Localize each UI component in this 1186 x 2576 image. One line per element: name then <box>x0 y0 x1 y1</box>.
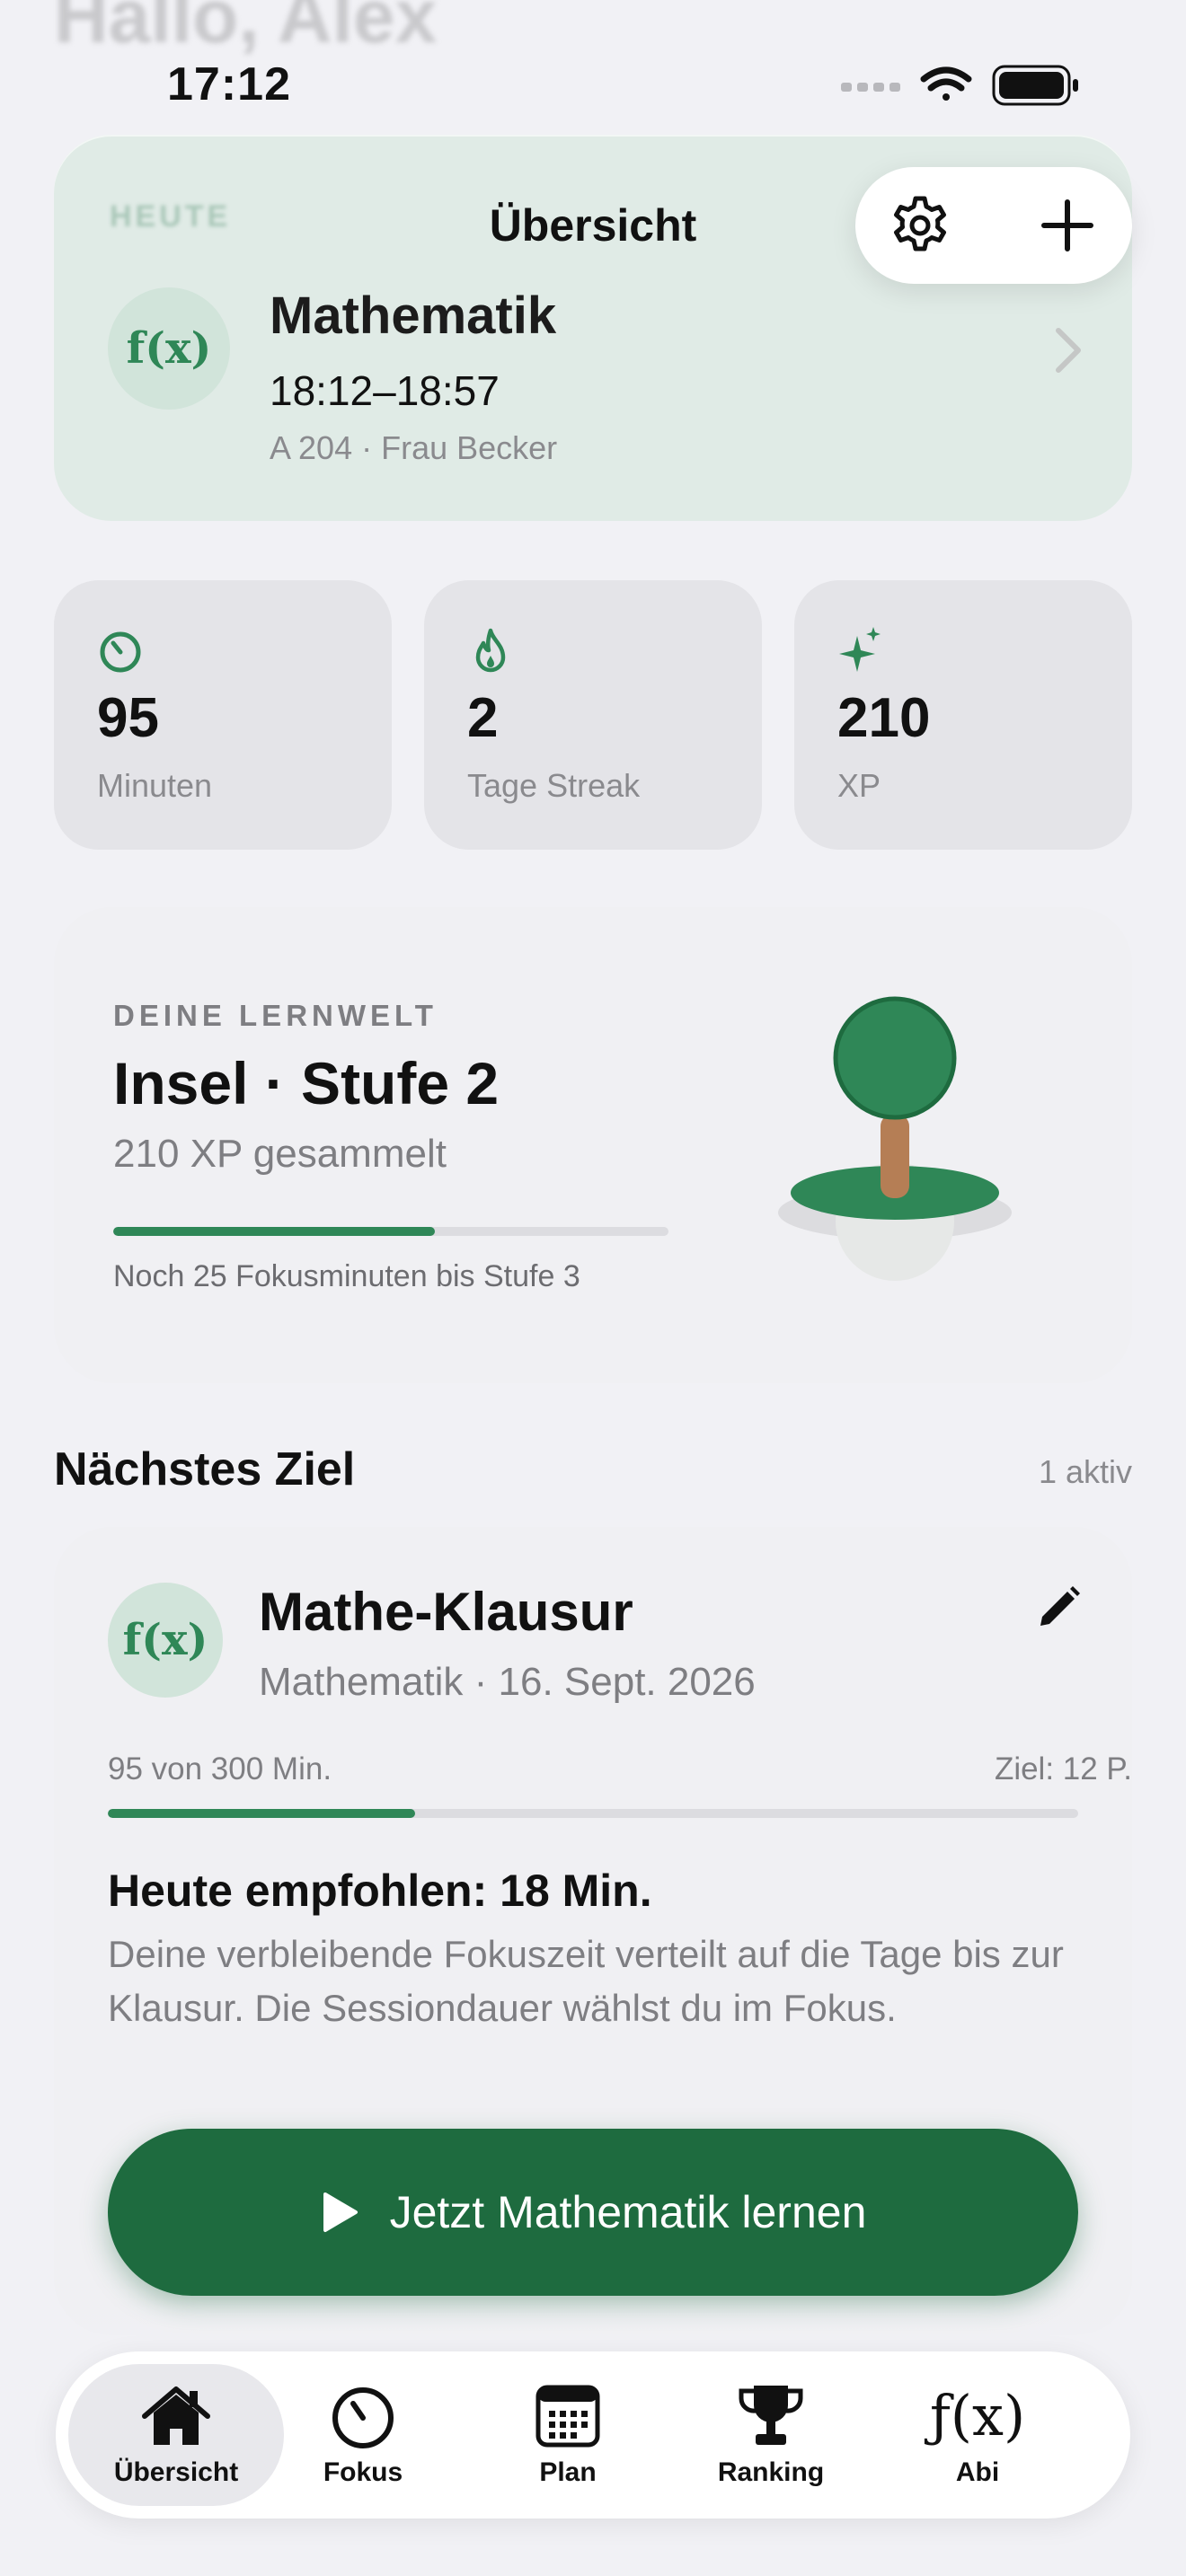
goal-progress-fill <box>108 1809 416 1818</box>
section-count: 1 aktiv <box>1038 1453 1132 1490</box>
pencil-icon[interactable] <box>1033 1583 1084 1633</box>
settings-button[interactable] <box>884 190 956 261</box>
today-time: 18:12–18:57 <box>270 367 500 414</box>
goal-target-text: Ziel: 12 P. <box>994 1751 1132 1786</box>
add-button[interactable] <box>1031 190 1103 261</box>
tab-ranking[interactable]: Ranking <box>690 2364 852 2506</box>
status-indicators <box>841 65 1078 106</box>
goal-recommendation: Heute empfohlen: 18 Min. <box>108 1866 652 1916</box>
goal-progress-text: 95 von 300 Min. <box>108 1751 332 1786</box>
chevron-right-icon <box>1056 328 1081 373</box>
today-subject: Mathematik <box>270 287 557 345</box>
today-tag: HEUTE <box>110 199 232 234</box>
tab-label: Ranking <box>717 2457 825 2487</box>
tab-focus[interactable]: Fokus <box>282 2364 444 2506</box>
stat-value: 210 <box>837 687 931 749</box>
function-icon: ƒ(x) <box>929 2383 1026 2448</box>
section-title-next-goal: Nächstes Ziel <box>54 1443 356 1495</box>
greeting-title: Hallo, Alex <box>54 0 438 58</box>
world-eyebrow: DEINE LERNWELT <box>113 999 438 1032</box>
goal-title: Mathe-Klausur <box>259 1582 633 1642</box>
tab-plan[interactable]: Plan <box>487 2364 649 2506</box>
today-room: A 204 · Frau Becker <box>270 429 558 466</box>
house-icon <box>142 2386 210 2445</box>
tab-label: Fokus <box>323 2457 403 2487</box>
stat-card-streak: 2 Tage Streak <box>424 580 762 850</box>
world-xp: 210 XP gesammelt <box>113 1132 447 1176</box>
play-icon <box>323 2192 358 2232</box>
sparkle-icon <box>839 627 881 672</box>
function-icon: f(x) <box>108 1583 223 1698</box>
trophy-icon <box>739 2386 803 2445</box>
stat-label: Minuten <box>97 767 213 804</box>
stat-label: Tage Streak <box>467 767 641 804</box>
tab-overview[interactable]: Übersicht <box>68 2364 284 2506</box>
stat-card-minutes: 95 Minuten <box>54 580 392 850</box>
tab-label: Abi <box>955 2457 1000 2487</box>
stat-value: 2 <box>467 687 499 749</box>
toolbar-pill <box>855 167 1132 284</box>
timer-icon <box>100 631 141 673</box>
tab-label: Übersicht <box>113 2457 239 2487</box>
world-progress-bar <box>113 1227 668 1236</box>
stat-card-xp: 210 XP <box>794 580 1132 850</box>
world-hint: Noch 25 Fokusminuten bis Stufe 3 <box>113 1259 580 1293</box>
calendar-icon <box>535 2385 600 2448</box>
stat-label: XP <box>837 767 881 804</box>
tab-bar: Übersicht Fokus Plan Ranking ƒ(x) Abi <box>56 2351 1130 2519</box>
goal-description: Deine verbleibende Fokuszeit verteilt au… <box>108 1933 1064 2029</box>
signal-icon <box>841 83 900 92</box>
timer-icon <box>332 2387 394 2448</box>
tab-abi[interactable]: ƒ(x) Abi <box>897 2364 1058 2506</box>
gear-icon <box>894 196 946 251</box>
battery-icon <box>992 65 1078 106</box>
world-progress-fill <box>113 1227 436 1236</box>
goal-meta: Mathematik · 16. Sept. 2026 <box>259 1660 756 1704</box>
start-learning-button[interactable]: Jetzt Mathematik lernen <box>108 2129 1078 2296</box>
start-learning-label: Jetzt Mathematik lernen <box>389 2187 867 2237</box>
wifi-icon <box>920 66 972 101</box>
island-tree-illustration <box>778 996 1012 1281</box>
stat-value: 95 <box>97 687 159 749</box>
plus-icon <box>1041 199 1093 251</box>
goal-progress-bar <box>108 1809 1078 1818</box>
world-title: Insel · Stufe 2 <box>113 1050 500 1116</box>
status-time: 17:12 <box>167 58 291 110</box>
flame-icon <box>475 628 506 673</box>
function-icon: f(x) <box>108 287 230 410</box>
tab-label: Plan <box>539 2457 597 2487</box>
